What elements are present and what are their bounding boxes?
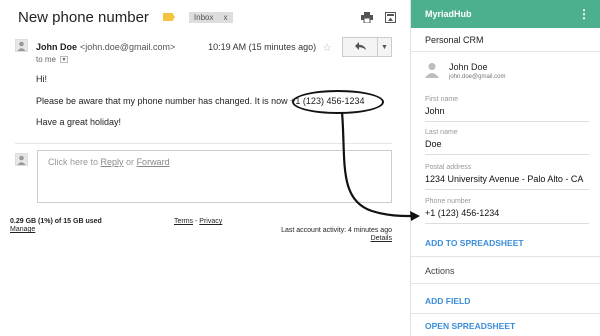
- myriadhub-panel: MyriadHub ⋮ Personal CRM John Doe john.d…: [410, 0, 600, 336]
- timestamp: 10:19 AM (15 minutes ago): [208, 42, 317, 52]
- new-window-icon[interactable]: [385, 11, 396, 23]
- my-avatar: [15, 153, 28, 166]
- add-field-button[interactable]: ADD FIELD: [425, 296, 470, 306]
- field-value: 1234 University Avenue - Palo Alto - CA: [425, 174, 584, 184]
- reply-area: Click here to Reply or Forward: [15, 150, 392, 205]
- field-label: First name: [425, 96, 459, 103]
- print-icon[interactable]: [361, 11, 373, 23]
- panel-header: MyriadHub ⋮: [411, 0, 600, 28]
- remove-label-button[interactable]: x: [224, 13, 228, 22]
- field-value: +1 (123) 456-1234: [425, 208, 500, 218]
- menu-icon[interactable]: ⋮: [578, 8, 590, 20]
- phone-number-field[interactable]: Phone number +1 (123) 456-1234: [425, 198, 589, 224]
- manage-link[interactable]: Manage: [10, 226, 102, 233]
- contact-name: John Doe: [449, 62, 488, 72]
- storage-text: 0.29 GB (1%) of 15 GB used: [10, 218, 102, 225]
- recipients-row: to me ▼: [36, 55, 69, 64]
- divider: [411, 283, 600, 284]
- app-name: MyriadHub: [425, 9, 472, 19]
- reply-box[interactable]: Click here to Reply or Forward: [37, 150, 392, 203]
- postal-address-field[interactable]: Postal address 1234 University Avenue - …: [425, 164, 589, 190]
- show-details-button[interactable]: ▼: [60, 56, 69, 63]
- reply-or-text: or: [123, 157, 137, 167]
- details-link[interactable]: Details: [281, 235, 392, 242]
- storage-info: 0.29 GB (1%) of 15 GB used Manage: [10, 218, 102, 233]
- field-label: Last name: [425, 129, 458, 136]
- more-options-button[interactable]: ▼: [378, 37, 392, 57]
- subject-row: New phone number Inbox x: [18, 6, 396, 28]
- contact-card: John Doe john.doe@gmail.com: [425, 62, 505, 83]
- body-closing: Have a great holiday!: [36, 117, 122, 127]
- field-value: John: [425, 106, 445, 116]
- last-name-field[interactable]: Last name Doe: [425, 129, 589, 155]
- actions-heading: Actions: [425, 266, 455, 276]
- reply-icon: [354, 42, 366, 52]
- first-name-field[interactable]: First name John: [425, 96, 589, 122]
- divider: [15, 143, 392, 144]
- sender-name[interactable]: John Doe: [36, 42, 77, 52]
- forward-link[interactable]: Forward: [137, 157, 170, 167]
- star-icon[interactable]: ☆: [322, 41, 332, 54]
- footer-links: Terms - Privacy: [174, 218, 222, 225]
- divider: [411, 313, 600, 314]
- divider: [411, 256, 600, 257]
- sender-email: <john.doe@gmail.com>: [80, 42, 176, 52]
- contact-email: john.doe@gmail.com: [449, 74, 506, 80]
- sender-avatar: [15, 39, 28, 52]
- inbox-label-text: Inbox: [193, 12, 214, 22]
- email-view: New phone number Inbox x John Doe <john.…: [0, 0, 410, 336]
- reply-prompt-text: Click here to: [48, 157, 101, 167]
- privacy-link[interactable]: Privacy: [199, 218, 222, 225]
- field-label: Postal address: [425, 164, 472, 171]
- to-text: to me: [36, 55, 57, 64]
- activity-text: Last account activity: 4 minutes ago: [281, 227, 392, 234]
- body-line-text: Please be aware that my phone number has…: [36, 96, 288, 106]
- field-label: Phone number: [425, 198, 471, 205]
- add-to-spreadsheet-button[interactable]: ADD TO SPREADSHEET: [425, 238, 524, 248]
- email-subject: New phone number: [18, 8, 149, 26]
- chevron-down-icon: ▼: [381, 43, 388, 51]
- subject-actions: [361, 11, 396, 23]
- inbox-label-chip[interactable]: Inbox x: [188, 11, 233, 23]
- open-spreadsheet-button[interactable]: OPEN SPREADSHEET: [425, 321, 515, 331]
- section-title: Personal CRM: [411, 28, 600, 52]
- reply-button[interactable]: [342, 37, 378, 57]
- account-activity: Last account activity: 4 minutes ago Det…: [281, 227, 392, 242]
- sender-row: John Doe <john.doe@gmail.com> 10:19 AM (…: [36, 37, 392, 57]
- terms-link[interactable]: Terms: [174, 218, 193, 225]
- phone-highlight-circle: [292, 90, 384, 114]
- important-label-icon[interactable]: [162, 13, 175, 21]
- field-value: Doe: [425, 139, 442, 149]
- reply-link[interactable]: Reply: [101, 157, 124, 167]
- body-greeting: Hi!: [36, 74, 47, 84]
- contact-avatar-icon: [425, 62, 439, 83]
